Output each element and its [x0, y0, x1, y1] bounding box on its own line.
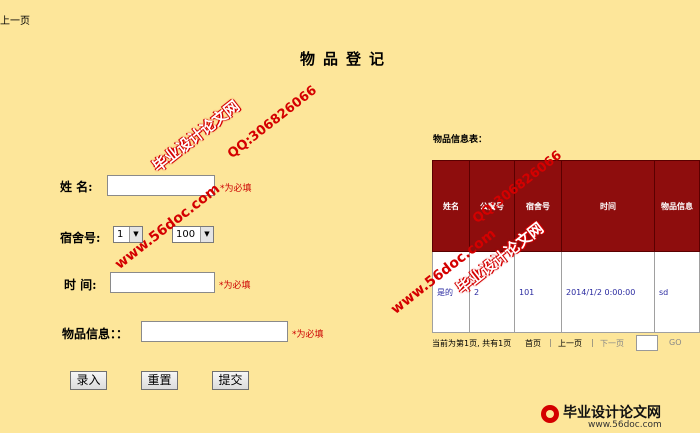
pager-divider: |	[549, 338, 552, 347]
dorm-label: 宿舍号:	[60, 231, 101, 245]
watermark-qq: QQ:306826066	[225, 83, 320, 162]
name-required-note: *为必填	[220, 184, 252, 194]
cell-name: 是的	[432, 251, 470, 333]
pager-go[interactable]: GO	[669, 338, 682, 347]
table-caption: 物品信息表：	[433, 135, 488, 145]
prev-page-link[interactable]: 上一页	[0, 12, 30, 27]
item-required-note: *为必填	[292, 330, 324, 340]
table-header-row: 姓名 公寓号 宿舍号 时间 物品信息	[432, 160, 700, 252]
chevron-down-icon: ▼	[129, 227, 142, 242]
dorm-building-select[interactable]: 1 ▼	[113, 226, 143, 243]
cell-item: sd	[654, 251, 700, 333]
dorm-building-value: 1	[117, 229, 124, 240]
page-goto-input[interactable]	[636, 335, 658, 351]
pager-prev[interactable]: 上一页	[558, 338, 582, 349]
pager-first[interactable]: 首页	[525, 338, 541, 349]
cell-apartment: 2	[469, 251, 515, 333]
table-row: 是的 2 101 2014/1/2 0:00:00 sd	[432, 251, 700, 333]
submit-button[interactable]: 提交	[212, 371, 249, 390]
cell-time: 2014/1/2 0:00:00	[561, 251, 655, 333]
footer-url: www.56doc.com	[588, 420, 662, 430]
logo-icon	[541, 405, 559, 423]
page-title: 物品登记	[300, 50, 393, 68]
footer-site-name: 毕业设计论文网	[563, 405, 661, 421]
time-input[interactable]	[110, 272, 215, 293]
item-label: 物品信息：：	[62, 327, 129, 341]
footer-logo: 毕业设计论文网 www.56doc.com	[540, 400, 700, 433]
watermark-site-name: 毕业设计论文网	[149, 96, 244, 176]
time-label: 时 间:	[64, 278, 97, 292]
col-header-apartment: 公寓号	[469, 160, 515, 252]
col-header-item: 物品信息	[654, 160, 700, 252]
time-required-note: *为必填	[219, 281, 251, 291]
chevron-down-icon: ▼	[200, 227, 213, 242]
name-input[interactable]	[107, 175, 215, 196]
item-input[interactable]	[141, 321, 288, 342]
pager-next[interactable]: 下一页	[600, 338, 624, 349]
col-header-time: 时间	[561, 160, 655, 252]
col-header-dorm: 宿舍号	[514, 160, 562, 252]
pager-summary: 当前为第1页, 共有1页	[432, 339, 512, 348]
reset-button[interactable]: 重置	[141, 371, 178, 390]
dorm-room-value: 100	[176, 229, 196, 240]
entry-button[interactable]: 录入	[70, 371, 107, 390]
name-label: 姓 名:	[60, 180, 93, 194]
pager-divider: |	[591, 338, 594, 347]
dorm-room-select[interactable]: 100 ▼	[172, 226, 214, 243]
items-table: 姓名 公寓号 宿舍号 时间 物品信息 是的 2 101 2014/1/2 0:0…	[432, 160, 700, 333]
cell-dorm: 101	[514, 251, 562, 333]
col-header-name: 姓名	[432, 160, 470, 252]
